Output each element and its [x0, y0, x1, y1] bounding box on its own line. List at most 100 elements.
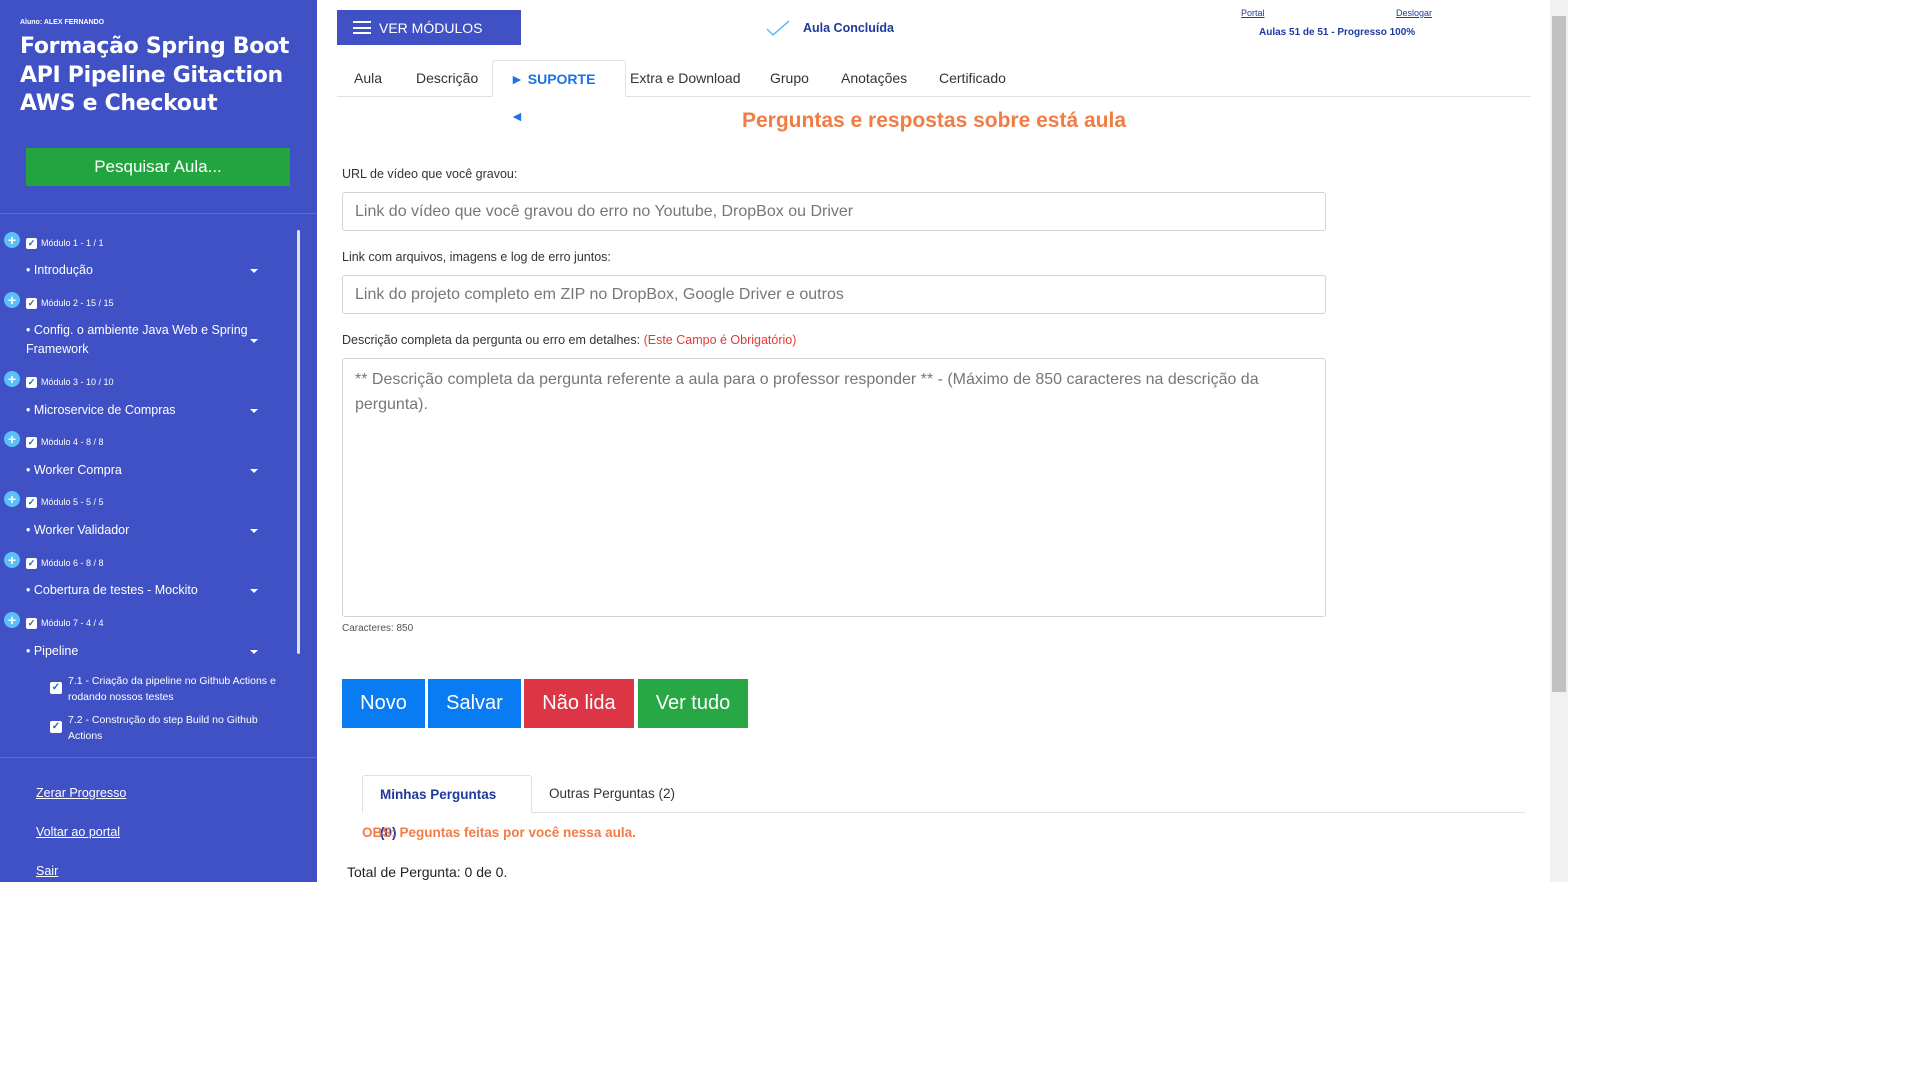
module-item[interactable]: • Cobertura de testes - Mockito: [26, 581, 266, 600]
view-all-button[interactable]: Ver tudo: [638, 679, 748, 728]
checkbox-checked-icon: ✓: [26, 557, 37, 569]
back-to-portal-link[interactable]: Voltar ao portal: [36, 825, 120, 839]
checkmark-icon: [766, 20, 790, 36]
module-header[interactable]: + ✓ Módulo 6 - 8 / 8: [4, 552, 104, 569]
obs-note: OBS: Peguntas feitas por você nessa aula…: [362, 825, 636, 840]
expand-plus-icon[interactable]: +: [4, 232, 20, 248]
lesson-title: 7.2 - Construção do step Build no Github…: [68, 714, 258, 742]
student-name: Aluno: ALEX FERNANDO: [20, 19, 105, 26]
module-label: Módulo 3 - 10 / 10: [41, 377, 114, 387]
lesson-item[interactable]: ✓ 7.2 - Construção do step Build no Gith…: [50, 713, 280, 742]
module-header[interactable]: + ✓ Módulo 3 - 10 / 10: [4, 371, 114, 388]
tab-extra-download[interactable]: Extra e Download: [613, 60, 758, 97]
module-item-label: • Config. o ambiente Java Web e Spring F…: [26, 323, 248, 356]
checkbox-checked-icon: ✓: [26, 237, 37, 249]
module-label: Módulo 6 - 8 / 8: [41, 558, 104, 568]
portal-link[interactable]: Portal: [1241, 8, 1265, 18]
module-item-label: • Worker Compra: [26, 463, 122, 477]
search-lesson-button[interactable]: Pesquisar Aula...: [26, 148, 290, 186]
sidebar-divider: [0, 213, 317, 214]
tab-suporte[interactable]: ► SUPORTE ◄: [492, 60, 626, 124]
module-header[interactable]: + ✓ Módulo 5 - 5 / 5: [4, 491, 104, 508]
module-item[interactable]: • Worker Compra: [26, 461, 266, 480]
logout-link[interactable]: Deslogar: [1396, 8, 1432, 18]
module-list: + ✓ Módulo 1 - 1 / 1 • Introdução + ✓ Mó…: [0, 228, 296, 742]
checkbox-checked-icon: ✓: [26, 376, 37, 388]
files-link-label: Link com arquivos, imagens e log de erro…: [342, 250, 611, 264]
video-url-input[interactable]: Link do vídeo que você gravou do erro no…: [342, 192, 1326, 231]
tab-descricao[interactable]: Descrição: [399, 60, 495, 97]
sidebar: Aluno: ALEX FERNANDO Formação Spring Boo…: [0, 0, 317, 882]
tab-grupo[interactable]: Grupo: [753, 60, 826, 97]
module-label: Módulo 5 - 5 / 5: [41, 497, 104, 507]
reset-progress-link[interactable]: Zerar Progresso: [36, 786, 126, 800]
tab-aula[interactable]: Aula: [337, 60, 399, 97]
lesson-title: 7.1 - Criação da pipeline no Github Acti…: [68, 675, 276, 703]
tab-other-questions[interactable]: Outras Perguntas (2): [532, 775, 692, 813]
expand-plus-icon[interactable]: +: [4, 431, 20, 447]
caret-down-icon: [250, 529, 258, 533]
expand-plus-icon[interactable]: +: [4, 371, 20, 387]
module-item-label: • Microservice de Compras: [26, 403, 176, 417]
support-title: Perguntas e respostas sobre está aula: [742, 109, 1126, 132]
module-item-label: • Pipeline: [26, 644, 79, 658]
progress-status: Aulas 51 de 51 - Progresso 100%: [1259, 27, 1416, 38]
tab-anotacoes[interactable]: Anotações: [824, 60, 924, 97]
module-item[interactable]: • Config. o ambiente Java Web e Spring F…: [26, 321, 258, 359]
expand-plus-icon[interactable]: +: [4, 292, 20, 308]
caret-down-icon: [250, 469, 258, 473]
files-link-input[interactable]: Link do projeto completo em ZIP no DropB…: [342, 275, 1326, 314]
checkbox-checked-icon: ✓: [26, 297, 37, 309]
lesson-item[interactable]: ✓ 7.1 - Criação da pipeline no Github Ac…: [50, 674, 280, 705]
unread-button[interactable]: Não lida: [524, 679, 634, 728]
module-item[interactable]: • Pipeline: [26, 642, 266, 661]
total-questions: Total de Pergunta: 0 de 0.: [347, 864, 508, 880]
caret-down-icon: [250, 339, 258, 343]
sidebar-scroll-thumb[interactable]: [297, 230, 300, 654]
tab-certificado[interactable]: Certificado: [922, 60, 1023, 97]
module-item-label: • Worker Validador: [26, 523, 130, 537]
sidebar-divider: [0, 757, 317, 758]
caret-down-icon: [250, 269, 258, 273]
logout-link[interactable]: Sair: [36, 864, 58, 878]
page-scroll-thumb[interactable]: [1552, 16, 1566, 692]
module-label: Módulo 2 - 15 / 15: [41, 298, 114, 308]
checkbox-checked-icon: ✓: [26, 436, 37, 448]
caret-down-icon: [250, 589, 258, 593]
lesson-completed-toggle[interactable]: Aula Concluída: [766, 20, 894, 36]
module-label: Módulo 4 - 8 / 8: [41, 437, 104, 447]
description-label: Descrição completa da pergunta ou erro e…: [342, 333, 796, 347]
module-label: Módulo 1 - 1 / 1: [41, 238, 104, 248]
module-item[interactable]: • Microservice de Compras: [26, 401, 266, 420]
module-item-label: • Cobertura de testes - Mockito: [26, 583, 198, 597]
checkbox-checked-icon[interactable]: ✓: [50, 682, 62, 694]
questions-tabs: Minhas Perguntas (0) Outras Perguntas (2…: [362, 775, 1525, 840]
module-item-label: • Introdução: [26, 263, 93, 277]
hamburger-menu-icon: [353, 21, 371, 34]
module-header[interactable]: + ✓ Módulo 4 - 8 / 8: [4, 431, 104, 448]
expand-plus-icon[interactable]: +: [4, 612, 20, 628]
video-url-label: URL de vídeo que você gravou:: [342, 167, 518, 181]
save-button[interactable]: Salvar: [428, 679, 521, 728]
view-modules-label: VER MÓDULOS: [379, 19, 483, 36]
expand-plus-icon[interactable]: +: [4, 552, 20, 568]
tab-my-questions[interactable]: Minhas Perguntas (0): [362, 775, 532, 840]
module-item[interactable]: • Worker Validador: [26, 521, 266, 540]
module-item[interactable]: • Introdução: [26, 261, 266, 280]
char-counter: Caracteres: 850: [342, 623, 414, 634]
checkbox-checked-icon[interactable]: ✓: [50, 721, 62, 733]
checkbox-checked-icon: ✓: [26, 496, 37, 508]
view-modules-button[interactable]: VER MÓDULOS: [337, 10, 521, 45]
lesson-completed-label: Aula Concluída: [803, 21, 894, 35]
module-label: Módulo 7 - 4 / 4: [41, 618, 104, 628]
expand-plus-icon[interactable]: +: [4, 491, 20, 507]
caret-down-icon: [250, 650, 258, 654]
new-button[interactable]: Novo: [342, 679, 425, 728]
checkbox-checked-icon: ✓: [26, 617, 37, 629]
module-header[interactable]: + ✓ Módulo 2 - 15 / 15: [4, 292, 114, 309]
description-textarea[interactable]: ** Descrição completa da pergunta refere…: [342, 358, 1326, 617]
module-header[interactable]: + ✓ Módulo 1 - 1 / 1: [4, 232, 104, 249]
caret-down-icon: [250, 409, 258, 413]
description-label-text: Descrição completa da pergunta ou erro e…: [342, 333, 641, 347]
module-header[interactable]: + ✓ Módulo 7 - 4 / 4: [4, 612, 104, 629]
